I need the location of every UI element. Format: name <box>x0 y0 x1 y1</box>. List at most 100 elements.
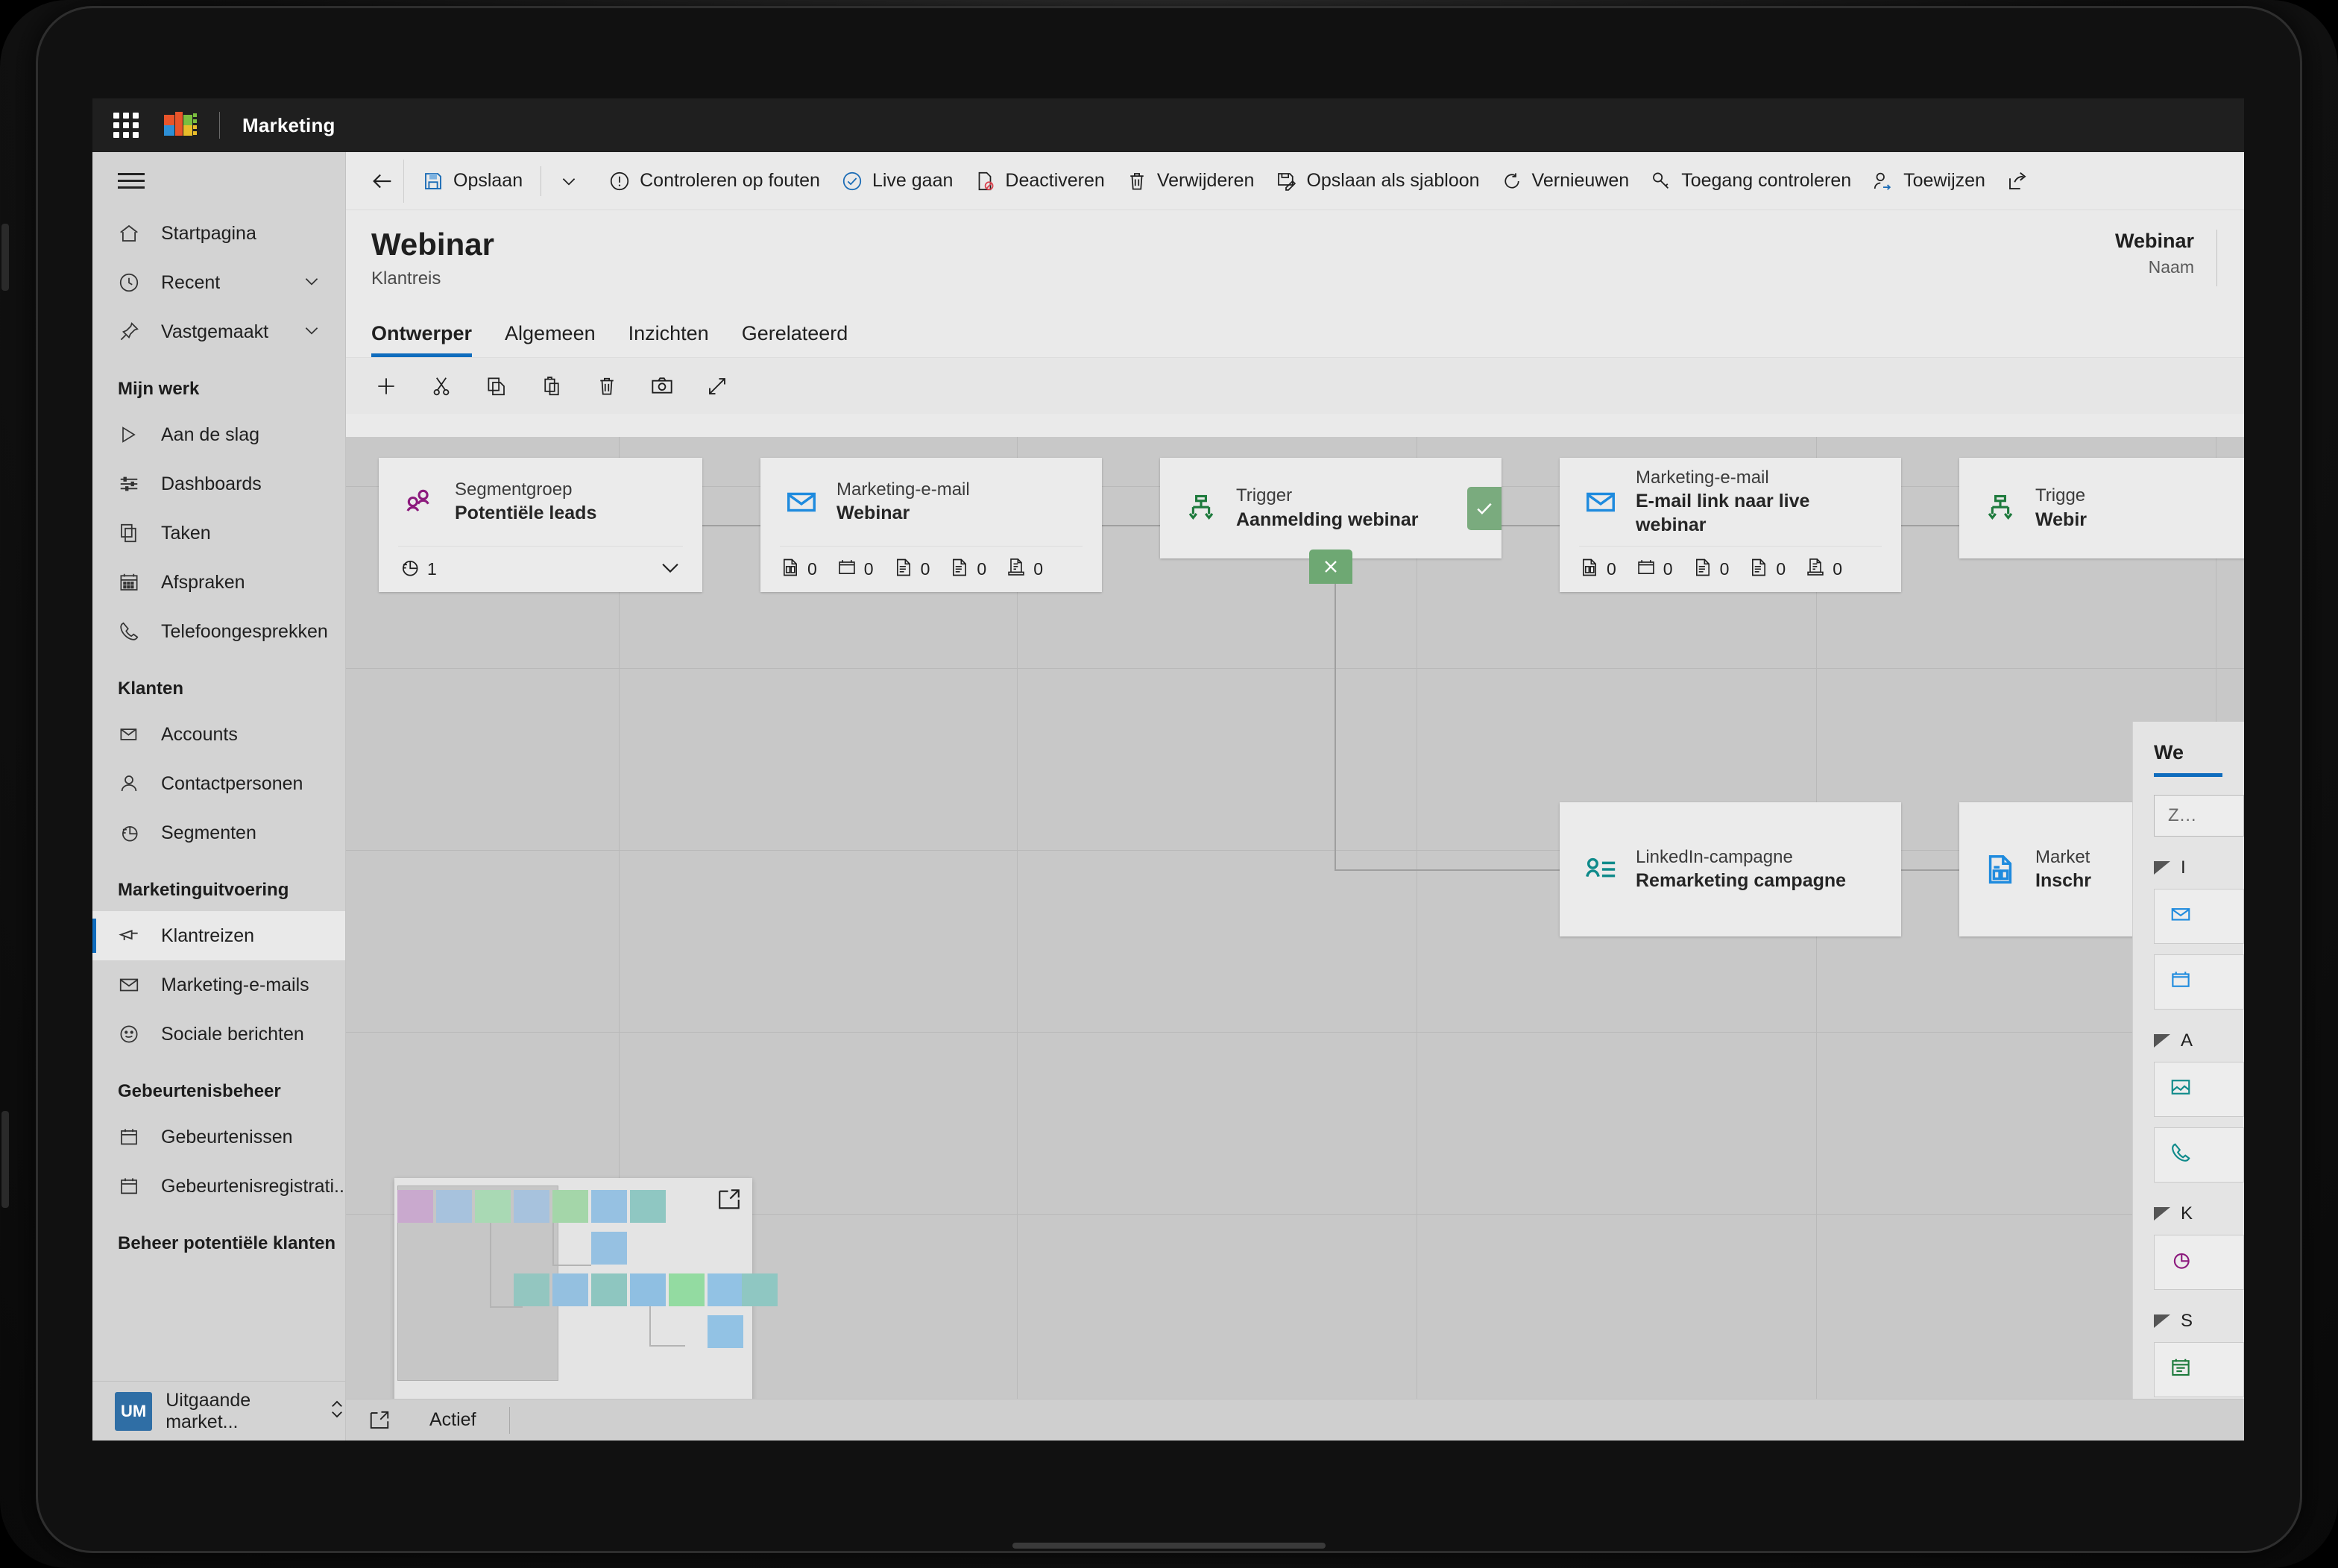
minimap-node <box>591 1232 627 1265</box>
sidebar-item-vastgemaakt[interactable]: Vastgemaakt <box>92 307 345 356</box>
menu-toggle-button[interactable] <box>92 152 345 209</box>
properties-tile[interactable] <box>2154 1342 2244 1397</box>
assign-button[interactable]: Toewijzen <box>1862 160 1996 202</box>
journey-node-trigger-webinar[interactable]: Trigge Webir <box>1959 458 2244 558</box>
save-options-button[interactable] <box>549 160 598 202</box>
node-metrics: 0 0 0 0 0 <box>1579 546 1882 592</box>
minimap-node <box>591 1190 627 1223</box>
trigger-true-badge[interactable] <box>1467 486 1502 530</box>
dynamics-365-logo-icon <box>164 112 198 139</box>
node-text: Trigge Webir <box>2035 485 2087 532</box>
tab-inzichten[interactable]: Inzichten <box>628 322 709 357</box>
sidebar-item-recent[interactable]: Recent <box>92 258 345 307</box>
sidebar-item-sociale-berichten[interactable]: Sociale berichten <box>92 1010 345 1059</box>
properties-group-header[interactable]: K <box>2154 1203 2244 1224</box>
node-header: Trigge Webir <box>1979 458 2244 558</box>
properties-tile[interactable] <box>2154 1235 2244 1290</box>
segments-icon <box>118 822 151 844</box>
sidebar-item-gebeurtenisregistraties[interactable]: Gebeurtenisregistrati... <box>92 1162 345 1211</box>
save-button[interactable]: Opslaan <box>412 160 533 202</box>
minimap-node <box>630 1190 666 1223</box>
journey-node-linkedin-campagne[interactable]: LinkedIn-campagne Remarketing campagne <box>1560 802 1901 936</box>
journey-canvas[interactable]: Segmentgroep Potentiële leads 1 Marketin… <box>346 437 2244 1441</box>
node-metric-value: 0 <box>1607 559 1616 579</box>
tab-algemeen[interactable]: Algemeen <box>505 322 596 357</box>
properties-search-input[interactable]: Z… <box>2154 795 2244 837</box>
tab-ontwerper[interactable]: Ontwerper <box>371 322 473 357</box>
minimap-connector <box>649 1300 651 1347</box>
properties-tile[interactable] <box>2154 954 2244 1010</box>
journey-node-marketing-email-link[interactable]: Marketing-e-mail E-mail link naar live w… <box>1560 458 1901 592</box>
check-access-button[interactable]: Toegang controleren <box>1639 160 1862 202</box>
sidebar-item-gebeurtenissen[interactable]: Gebeurtenissen <box>92 1112 345 1162</box>
minimap-node <box>475 1190 511 1223</box>
minimap-connector <box>490 1306 523 1308</box>
delete-button[interactable] <box>584 365 629 407</box>
node-header: Marketing-e-mail Webinar <box>780 458 1083 546</box>
minimap-node <box>514 1273 549 1306</box>
delete-button[interactable]: Verwijderen <box>1115 160 1265 202</box>
tab-gerelateerd[interactable]: Gerelateerd <box>742 322 848 357</box>
sidebar-item-startpagina[interactable]: Startpagina <box>92 209 345 258</box>
save-as-template-button[interactable]: Opslaan als sjabloon <box>1264 160 1490 202</box>
sidebar-item-accounts[interactable]: Accounts <box>92 710 345 759</box>
sidebar-item-klantreizen[interactable]: Klantreizen <box>92 911 345 960</box>
sidebar-item-telefoongesprekken[interactable]: Telefoongesprekken <box>92 607 345 656</box>
doc-icon <box>949 557 970 582</box>
journey-node-marketing-email-webinar[interactable]: Marketing-e-mail Webinar 0 0 0 0 0 <box>760 458 1102 592</box>
deactivate-button[interactable]: Deactiveren <box>963 160 1115 202</box>
app-header: Marketing <box>92 98 2244 152</box>
sidebar-item-contactpersonen[interactable]: Contactpersonen <box>92 759 345 808</box>
minimap-expand-icon[interactable] <box>716 1187 742 1216</box>
properties-group-header[interactable]: I <box>2154 857 2244 878</box>
back-button[interactable] <box>361 159 404 203</box>
properties-group-header[interactable]: A <box>2154 1030 2244 1051</box>
copy-button[interactable] <box>474 365 519 407</box>
check-errors-button[interactable]: Controleren op fouten <box>598 160 831 202</box>
sidebar-item-aan-de-slag[interactable]: Aan de slag <box>92 410 345 459</box>
command-label: Toewijzen <box>1903 170 1985 191</box>
chevron-down-icon[interactable] <box>658 555 683 584</box>
properties-group-header[interactable]: S <box>2154 1311 2244 1332</box>
mail-icon <box>118 974 151 996</box>
cut-button[interactable] <box>419 365 464 407</box>
share-button[interactable] <box>1996 160 2048 202</box>
snapshot-button[interactable] <box>640 365 684 407</box>
header-field-label: Naam <box>2148 257 2194 277</box>
designer-toolbar <box>346 357 2244 414</box>
properties-tile[interactable] <box>2154 889 2244 944</box>
doc-icon <box>893 557 914 582</box>
command-label: Opslaan <box>453 170 523 191</box>
paste-button[interactable] <box>529 365 574 407</box>
minimap-node <box>552 1273 588 1306</box>
go-live-button[interactable]: Live gaan <box>831 160 963 202</box>
properties-tile[interactable] <box>2154 1127 2244 1183</box>
trigger-false-badge[interactable] <box>1309 550 1352 584</box>
status-bar: Actief <box>346 1399 2244 1441</box>
sidebar-item-marketing-e-mails[interactable]: Marketing-e-mails <box>92 960 345 1010</box>
sidebar-item-segmenten[interactable]: Segmenten <box>92 808 345 857</box>
node-metric-value: 0 <box>1833 559 1842 579</box>
add-tile-button[interactable] <box>364 365 409 407</box>
sidebar-item-dashboards[interactable]: Dashboards <box>92 459 345 509</box>
journey-node-segmentgroep[interactable]: Segmentgroep Potentiële leads 1 <box>379 458 702 592</box>
divider <box>219 112 220 139</box>
image-icon <box>2170 1076 2192 1103</box>
properties-tile[interactable] <box>2154 1062 2244 1117</box>
canvas-minimap[interactable] <box>394 1178 778 1402</box>
chevron-down-icon[interactable] <box>302 271 321 295</box>
popout-icon[interactable] <box>362 1409 397 1432</box>
header-field: Webinar Naam <box>2115 230 2217 286</box>
expand-button[interactable] <box>695 365 740 407</box>
app-launcher-icon[interactable] <box>113 113 139 138</box>
tasks-icon <box>118 522 151 544</box>
sidebar-item-afspraken[interactable]: Afspraken <box>92 558 345 607</box>
chevron-down-icon[interactable] <box>302 321 321 344</box>
environment-switcher[interactable]: UM Uitgaande market... <box>92 1381 345 1441</box>
connector <box>1335 570 1336 871</box>
form-icon <box>1006 557 1027 582</box>
minimap-node <box>552 1190 588 1223</box>
refresh-button[interactable]: Vernieuwen <box>1490 160 1640 202</box>
sidebar-item-taken[interactable]: Taken <box>92 509 345 558</box>
journey-node-trigger-aanmelding[interactable]: Trigger Aanmelding webinar <box>1160 458 1502 584</box>
